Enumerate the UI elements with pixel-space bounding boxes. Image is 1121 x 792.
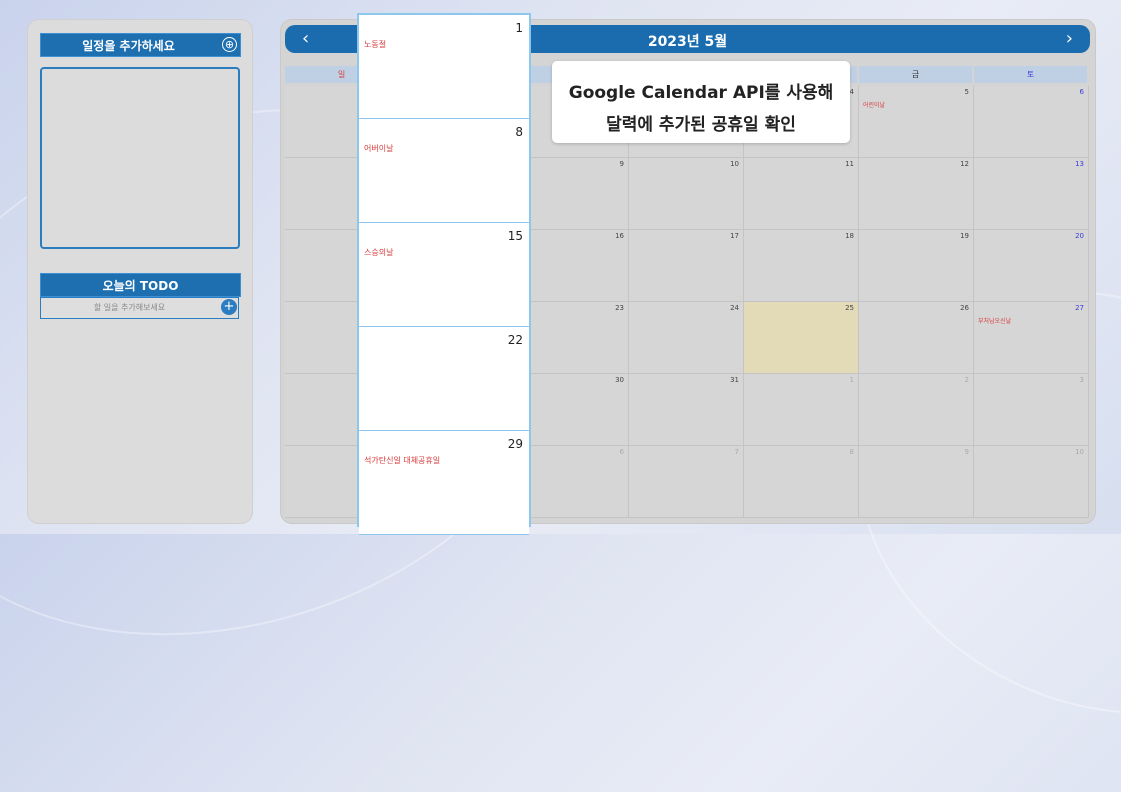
add-schedule-header: 일정을 추가하세요 ⊕	[40, 33, 241, 57]
weekday-header: 금	[859, 66, 972, 83]
day-number: 2	[964, 376, 969, 384]
annotation-callout: Google Calendar API를 사용해 달력에 추가된 공휴일 확인	[552, 61, 850, 143]
callout-line-1: Google Calendar API를 사용해	[568, 83, 834, 103]
calendar-day-cell[interactable]: 13	[974, 158, 1089, 230]
sidebar-panel: 일정을 추가하세요 ⊕ 오늘의 TODO 할 일을 추가해보세요 +	[27, 19, 253, 524]
day-number: 19	[960, 232, 969, 240]
todo-input[interactable]: 할 일을 추가해보세요	[41, 302, 218, 313]
calendar-day-cell[interactable]: 3	[974, 374, 1089, 446]
todo-input-row[interactable]: 할 일을 추가해보세요 +	[40, 297, 239, 319]
calendar-day-cell[interactable]: 5 어린이날	[859, 86, 974, 158]
day-number: 25	[845, 304, 854, 312]
calendar-day-cell[interactable]: 23	[514, 302, 629, 374]
add-schedule-plus-icon[interactable]: ⊕	[222, 37, 237, 52]
weekday-header: 토	[974, 66, 1087, 83]
day-number: 9	[619, 160, 624, 168]
todo-title: 오늘의 TODO	[102, 279, 179, 293]
day-number: 20	[1075, 232, 1084, 240]
calendar-day-cell[interactable]: 12	[859, 158, 974, 230]
day-number: 1	[849, 376, 854, 384]
calendar-day-cell[interactable]: 1	[744, 374, 859, 446]
calendar-day-cell[interactable]: 11	[744, 158, 859, 230]
day-number: 6	[1079, 88, 1084, 96]
callout-line-2: 달력에 추가된 공휴일 확인	[606, 115, 796, 135]
holiday-label: 석가탄신일 대체공휴일	[364, 456, 441, 465]
day-number: 8	[515, 125, 523, 139]
zoomed-week-column: 1 노동절 8 어버이날 15 스승의날 22 29 석가탄신일 대체공휴일	[357, 13, 531, 535]
day-number: 22	[507, 333, 523, 347]
add-schedule-textarea[interactable]	[40, 67, 240, 249]
calendar-day-cell[interactable]: 9	[859, 446, 974, 518]
calendar-day-cell[interactable]: 8	[744, 446, 859, 518]
zoomed-day-cell[interactable]: 22	[359, 327, 529, 431]
day-number: 11	[845, 160, 854, 168]
calendar-day-cell[interactable]: 31	[629, 374, 744, 446]
calendar-day-cell[interactable]: 10	[974, 446, 1089, 518]
day-number: 3	[1079, 376, 1084, 384]
day-number: 26	[960, 304, 969, 312]
calendar-day-cell[interactable]: 26	[859, 302, 974, 374]
holiday-label: 어버이날	[364, 144, 394, 153]
calendar-day-cell[interactable]: 9	[514, 158, 629, 230]
day-number: 24	[730, 304, 739, 312]
day-number: 16	[615, 232, 624, 240]
holiday-label: 스승의날	[364, 248, 394, 257]
calendar-day-cell[interactable]: 19	[859, 230, 974, 302]
calendar-day-cell[interactable]: 7	[629, 446, 744, 518]
zoomed-day-cell[interactable]: 8 어버이날	[359, 119, 529, 223]
calendar-day-cell[interactable]: 10	[629, 158, 744, 230]
day-number: 27	[1075, 304, 1084, 312]
add-schedule-title: 일정을 추가하세요	[82, 39, 175, 53]
calendar-day-cell[interactable]: 6	[974, 86, 1089, 158]
day-number: 10	[1075, 448, 1084, 456]
calendar-day-cell[interactable]: 2	[859, 374, 974, 446]
holiday-label: 부처님오신날	[978, 318, 1012, 325]
day-number: 17	[730, 232, 739, 240]
day-number: 18	[845, 232, 854, 240]
calendar-day-cell[interactable]: 24	[629, 302, 744, 374]
day-number: 5	[964, 88, 969, 96]
calendar-day-cell[interactable]: 17	[629, 230, 744, 302]
day-number: 29	[507, 437, 523, 451]
calendar-day-cell[interactable]: 6	[514, 446, 629, 518]
day-number: 4	[849, 88, 854, 96]
zoomed-day-cell[interactable]: 1 노동절	[359, 15, 529, 119]
calendar-day-cell[interactable]: 18	[744, 230, 859, 302]
day-number: 15	[507, 229, 523, 243]
day-number: 30	[615, 376, 624, 384]
day-number: 7	[734, 448, 739, 456]
day-number: 10	[730, 160, 739, 168]
calendar-day-cell[interactable]: 27 부처님오신날	[974, 302, 1089, 374]
day-number: 1	[515, 21, 523, 35]
calendar-day-cell[interactable]: 20	[974, 230, 1089, 302]
day-number: 8	[849, 448, 854, 456]
todo-header: 오늘의 TODO	[40, 273, 241, 297]
calendar-day-cell[interactable]: 16	[514, 230, 629, 302]
day-number: 31	[730, 376, 739, 384]
day-number: 13	[1075, 160, 1084, 168]
day-number: 6	[619, 448, 624, 456]
next-month-chevron-icon[interactable]: ›	[1066, 28, 1073, 49]
zoomed-day-cell[interactable]: 29 석가탄신일 대체공휴일	[359, 431, 529, 535]
day-number: 12	[960, 160, 969, 168]
day-number: 9	[964, 448, 969, 456]
holiday-label: 어린이날	[863, 102, 886, 109]
calendar-day-cell[interactable]: 30	[514, 374, 629, 446]
holiday-label: 노동절	[364, 40, 387, 49]
calendar-day-cell[interactable]: 25	[744, 302, 859, 374]
add-todo-plus-icon[interactable]: +	[221, 299, 237, 315]
zoomed-day-cell[interactable]: 15 스승의날	[359, 223, 529, 327]
day-number: 23	[615, 304, 624, 312]
